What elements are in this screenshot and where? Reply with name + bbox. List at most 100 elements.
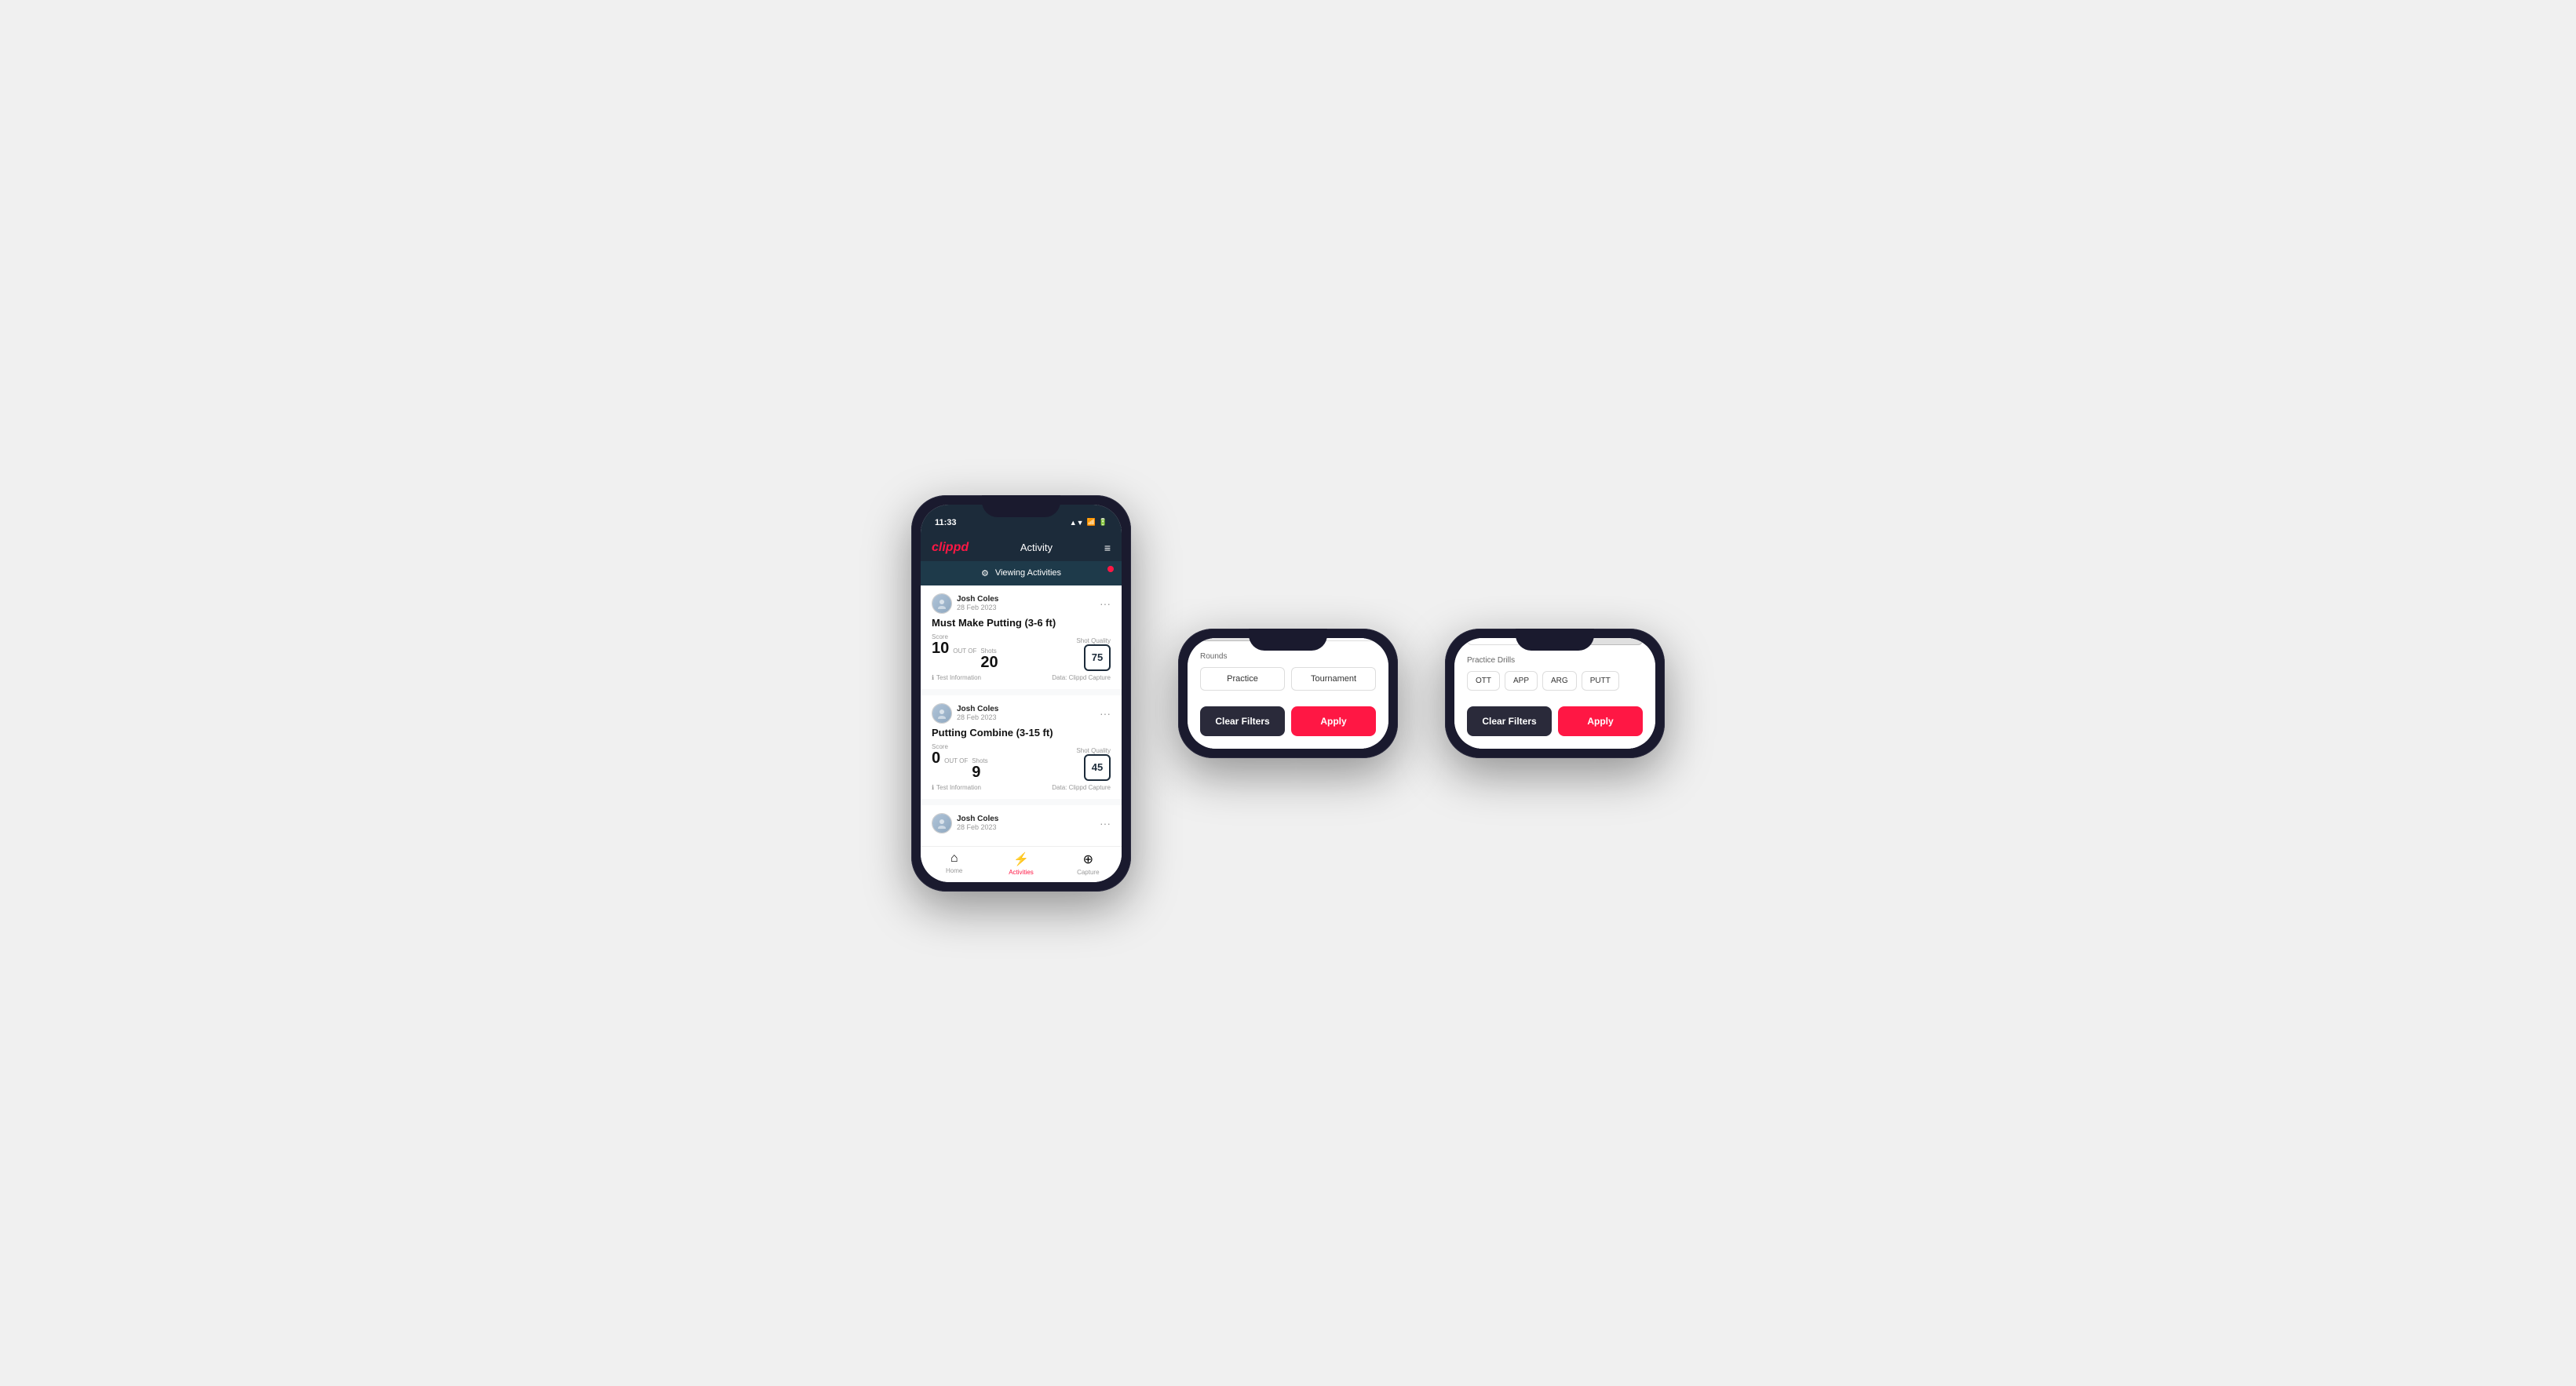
avatar-1	[932, 593, 952, 614]
activity-item-2[interactable]: Josh Coles 28 Feb 2023 ··· Putting Combi…	[921, 695, 1122, 799]
phone-2: 11:33 ▲▼ 📶 🔋 clippd Activity ≡ ⚙ Viewing…	[1178, 629, 1398, 758]
activity-footer-1: ℹ Test Information Data: Clippd Capture	[932, 674, 1111, 681]
arg-drill-btn[interactable]: ARG	[1542, 671, 1577, 691]
avatar-3	[932, 813, 952, 833]
avatar-img-3	[932, 814, 951, 833]
activity-header-2: Josh Coles 28 Feb 2023 ···	[932, 703, 1111, 724]
score-value-1: 10	[932, 640, 949, 656]
activity-list: Josh Coles 28 Feb 2023 ··· Must Make Put…	[921, 585, 1122, 840]
bottom-nav-1: ⌂ Home ⚡ Activities ⊕ Capture	[921, 846, 1122, 882]
avatar-2	[932, 703, 952, 724]
capture-label: Capture	[1077, 869, 1099, 876]
user-info-3: Josh Coles 28 Feb 2023	[932, 813, 998, 833]
test-info-1: ℹ Test Information	[932, 674, 981, 681]
phone-screen-3: 11:33 ▲▼ 📶 🔋 clippd Activity ≡ ⚙ Viewing…	[1454, 638, 1655, 749]
home-icon: ⌂	[950, 852, 958, 866]
shot-quality-2: Shot Quality 45	[1076, 747, 1111, 781]
stats-row-1: Score 10 OUT OF Shots 20 Sho	[932, 633, 1111, 671]
app-bar-1: clippd Activity ≡	[921, 534, 1122, 561]
apply-btn-3[interactable]: Apply	[1558, 706, 1643, 736]
ott-drill-btn[interactable]: OTT	[1467, 671, 1500, 691]
info-icon-2: ℹ	[932, 784, 934, 791]
test-info-label-1: Test Information	[936, 674, 981, 681]
clear-filters-btn-3[interactable]: Clear Filters	[1467, 706, 1552, 736]
app-drill-btn[interactable]: APP	[1505, 671, 1538, 691]
status-icons: ▲▼ 📶 🔋	[1070, 518, 1107, 527]
activity-item-1[interactable]: Josh Coles 28 Feb 2023 ··· Must Make Put…	[921, 585, 1122, 689]
filter-actions-2: Clear Filters Apply	[1200, 706, 1376, 736]
app-title: Activity	[1020, 542, 1053, 553]
activities-icon: ⚡	[1013, 852, 1029, 867]
practice-drills-label-3: Practice Drills	[1467, 656, 1643, 665]
activity-header-3: Josh Coles 28 Feb 2023 ···	[932, 813, 1111, 833]
score-value-2: 0	[932, 750, 940, 766]
status-time: 11:33	[935, 518, 957, 527]
shots-value-2: 9	[972, 764, 980, 781]
rounds-label-2: Rounds	[1200, 652, 1376, 661]
user-name-3: Josh Coles	[957, 815, 998, 823]
viewing-activities-label: Viewing Activities	[995, 568, 1061, 578]
clear-filters-btn-2[interactable]: Clear Filters	[1200, 706, 1285, 736]
avatar-img-1	[932, 594, 951, 613]
rounds-buttons-2: Practice Tournament	[1200, 667, 1376, 691]
user-info-2: Josh Coles 28 Feb 2023	[932, 703, 998, 724]
activities-label: Activities	[1009, 869, 1034, 876]
nav-activities[interactable]: ⚡ Activities	[987, 852, 1054, 876]
filter-sheet-3: Filter ✕ Show Rounds Practice Drills Pra…	[1454, 638, 1655, 749]
shots-value-1: 20	[980, 654, 998, 671]
notch-3	[1516, 629, 1594, 651]
user-date-1: 28 Feb 2023	[957, 604, 998, 611]
logo: clippd	[932, 541, 969, 555]
test-info-label-2: Test Information	[936, 784, 981, 791]
nav-capture[interactable]: ⊕ Capture	[1055, 852, 1122, 876]
info-icon-1: ℹ	[932, 674, 934, 681]
activity-item-3[interactable]: Josh Coles 28 Feb 2023 ···	[921, 805, 1122, 840]
nav-home[interactable]: ⌂ Home	[921, 852, 987, 876]
sq-badge-1: 75	[1084, 644, 1111, 671]
wifi-icon: 📶	[1087, 518, 1096, 527]
home-label: Home	[946, 867, 962, 874]
data-source-1: Data: Clippd Capture	[1052, 674, 1111, 681]
notch	[982, 495, 1060, 517]
activity-footer-2: ℹ Test Information Data: Clippd Capture	[932, 784, 1111, 791]
data-source-2: Data: Clippd Capture	[1052, 784, 1111, 791]
signal-icon: ▲▼	[1070, 519, 1084, 527]
out-of-2: OUT OF	[944, 757, 968, 764]
activity-header-1: Josh Coles 28 Feb 2023 ···	[932, 593, 1111, 614]
practice-round-btn-2[interactable]: Practice	[1200, 667, 1285, 691]
phone-screen-1: 11:33 ▲▼ 📶 🔋 clippd Activity ≡ ⚙ Viewing…	[921, 505, 1122, 882]
user-date-3: 28 Feb 2023	[957, 823, 998, 831]
avatar-img-2	[932, 704, 951, 723]
filter-sheet-2: Filter ✕ Show Rounds Practice Drills Rou…	[1188, 638, 1388, 749]
more-options-2[interactable]: ···	[1100, 707, 1111, 720]
user-info-1: Josh Coles 28 Feb 2023	[932, 593, 998, 614]
phone-screen-2: 11:33 ▲▼ 📶 🔋 clippd Activity ≡ ⚙ Viewing…	[1188, 638, 1388, 749]
notch-2	[1249, 629, 1327, 651]
filter-icon: ⚙	[981, 568, 989, 578]
more-options-3[interactable]: ···	[1100, 817, 1111, 830]
more-options-1[interactable]: ···	[1100, 597, 1111, 610]
user-date-2: 28 Feb 2023	[957, 713, 998, 721]
battery-icon: 🔋	[1099, 518, 1107, 527]
shot-quality-1: Shot Quality 75	[1076, 637, 1111, 671]
user-name-2: Josh Coles	[957, 705, 998, 713]
drill-buttons-3: OTT APP ARG PUTT	[1467, 671, 1643, 691]
scene: 11:33 ▲▼ 📶 🔋 clippd Activity ≡ ⚙ Viewing…	[911, 495, 1665, 892]
activity-title-1: Must Make Putting (3-6 ft)	[932, 617, 1111, 629]
sq-badge-2: 45	[1084, 754, 1111, 781]
notification-dot	[1107, 566, 1114, 572]
tournament-round-btn-2[interactable]: Tournament	[1291, 667, 1376, 691]
activity-title-2: Putting Combine (3-15 ft)	[932, 727, 1111, 739]
phone-3: 11:33 ▲▼ 📶 🔋 clippd Activity ≡ ⚙ Viewing…	[1445, 629, 1665, 758]
putt-drill-btn[interactable]: PUTT	[1582, 671, 1619, 691]
user-name-1: Josh Coles	[957, 595, 998, 604]
test-info-2: ℹ Test Information	[932, 784, 981, 791]
phone-1: 11:33 ▲▼ 📶 🔋 clippd Activity ≡ ⚙ Viewing…	[911, 495, 1131, 892]
capture-icon: ⊕	[1083, 852, 1093, 867]
apply-btn-2[interactable]: Apply	[1291, 706, 1376, 736]
viewing-bar-1[interactable]: ⚙ Viewing Activities	[921, 561, 1122, 585]
filter-actions-3: Clear Filters Apply	[1467, 706, 1643, 736]
menu-icon[interactable]: ≡	[1104, 542, 1111, 554]
sq-label-1: Shot Quality	[1076, 637, 1111, 644]
out-of-1: OUT OF	[953, 647, 976, 655]
